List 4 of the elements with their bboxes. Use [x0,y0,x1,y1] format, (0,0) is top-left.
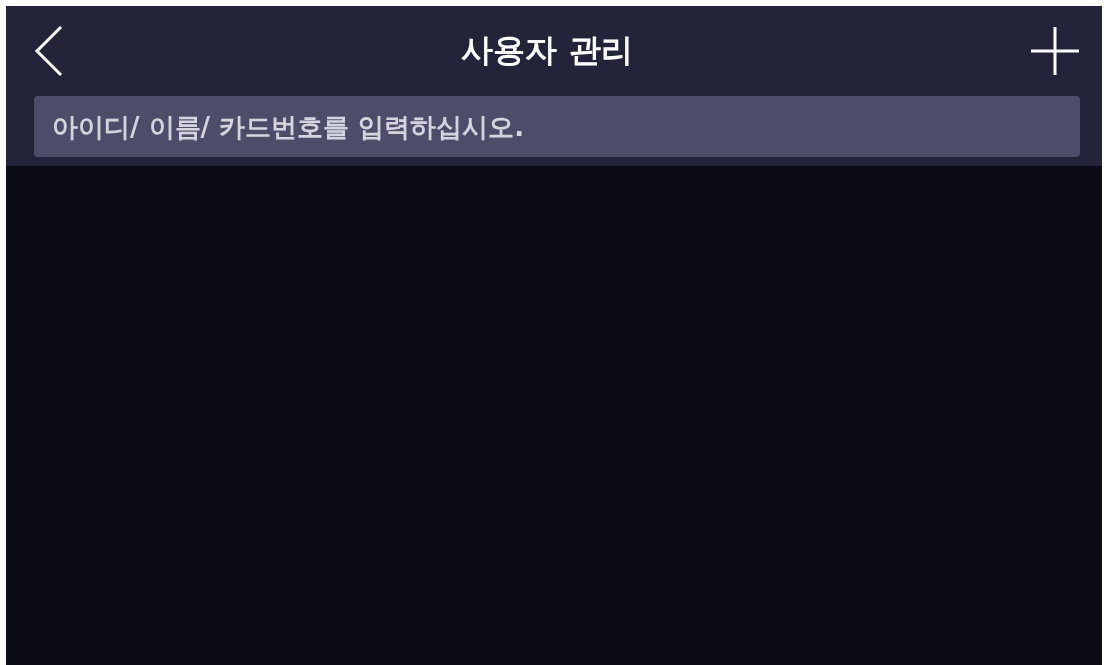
search-field[interactable]: 아이디/ 이름/ 카드번호를 입력하십시오. [34,96,1080,157]
add-icon[interactable] [1030,26,1080,76]
back-icon[interactable] [34,25,64,77]
page-title: 사용자 관리 [461,30,633,71]
